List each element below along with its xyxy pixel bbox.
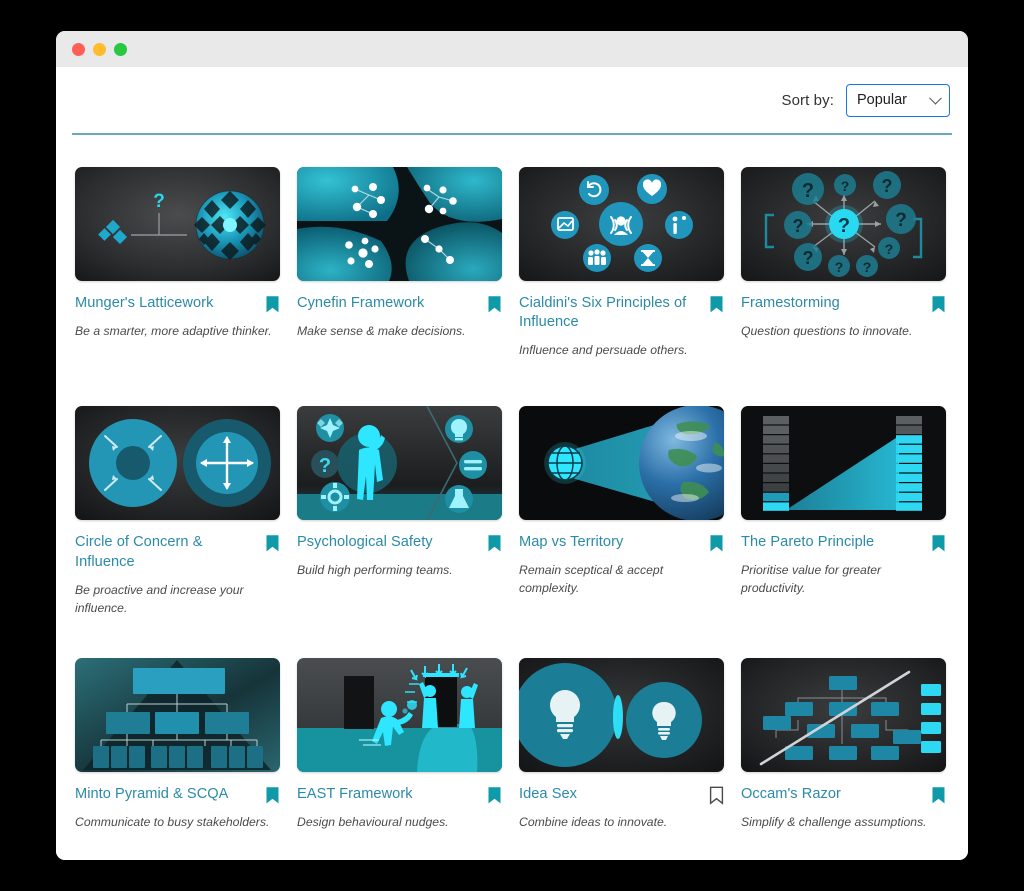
model-card[interactable]: EAST Framework Design behavioural nudges…: [297, 657, 502, 832]
segmented-bars-wedge-thumbnail[interactable]: [741, 406, 946, 521]
app-window: Sort by: Popular ? Munger's Latticework …: [56, 31, 968, 860]
svg-text:?: ?: [838, 215, 850, 237]
teal-blobs-nodes-thumbnail[interactable]: [297, 166, 502, 281]
svg-text:?: ?: [841, 178, 850, 194]
card-subtitle: Be proactive and increase your influence…: [75, 583, 244, 615]
svg-text:?: ?: [882, 176, 893, 196]
card-title[interactable]: Cialdini's Six Principles of Influence: [519, 294, 703, 334]
sort-by-label: Sort by:: [781, 91, 834, 109]
card-meta: Idea Sex: [519, 785, 724, 805]
model-card[interactable]: Cynefin Framework Make sense & make deci…: [297, 166, 502, 361]
card-subtitle: Question questions to innovate.: [741, 323, 913, 338]
model-card[interactable]: Circle of Concern & Influence Be proacti…: [75, 406, 280, 617]
model-card[interactable]: Idea Sex Combine ideas to innovate.: [519, 657, 724, 832]
bookmark-icon[interactable]: [709, 786, 724, 805]
bookmark-icon[interactable]: [709, 534, 724, 553]
chevron-down-icon: [929, 91, 942, 105]
card-title[interactable]: Idea Sex: [519, 785, 703, 805]
row-spacer: [75, 360, 946, 406]
pyramid-hierarchy-thumbnail[interactable]: [75, 657, 280, 772]
sort-by-select[interactable]: Popular: [846, 83, 950, 117]
bookmark-icon[interactable]: [931, 295, 946, 314]
svg-text:?: ?: [863, 259, 872, 275]
model-card[interactable]: ? ? ? ? ? ? ? ? ? ? Framestorming Questi…: [741, 166, 946, 361]
svg-text:?: ?: [793, 216, 804, 236]
card-meta: Cynefin Framework: [297, 294, 502, 314]
card-meta: Psychological Safety: [297, 533, 502, 553]
card-subtitle: Make sense & make decisions.: [297, 323, 466, 338]
card-title[interactable]: The Pareto Principle: [741, 533, 925, 553]
bookmark-icon[interactable]: [931, 534, 946, 553]
bookmark-icon[interactable]: [265, 295, 280, 314]
window-titlebar: [56, 31, 968, 67]
latticework-sphere-thumbnail[interactable]: ?: [75, 166, 280, 281]
two-lightbulb-circles-thumbnail[interactable]: [519, 657, 724, 772]
card-title[interactable]: EAST Framework: [297, 785, 481, 805]
model-card[interactable]: Minto Pyramid & SCQA Communicate to busy…: [75, 657, 280, 832]
model-card[interactable]: ? Psychological Safety Build high perfor…: [297, 406, 502, 617]
nudge-people-doorway-thumbnail[interactable]: [297, 657, 502, 772]
card-meta: Circle of Concern & Influence: [75, 533, 280, 573]
card-subtitle: Communicate to busy stakeholders.: [75, 814, 270, 829]
svg-text:?: ?: [885, 241, 894, 257]
card-meta: Cialdini's Six Principles of Influence: [519, 294, 724, 334]
bookmark-icon[interactable]: [931, 786, 946, 805]
card-subtitle: Simplify & challenge assumptions.: [741, 814, 927, 829]
model-card[interactable]: The Pareto Principle Prioritise value fo…: [741, 406, 946, 617]
bookmark-icon[interactable]: [487, 534, 502, 553]
two-circles-arrows-thumbnail[interactable]: [75, 406, 280, 521]
model-card[interactable]: Map vs Territory Remain sceptical & acce…: [519, 406, 724, 617]
card-meta: Minto Pyramid & SCQA: [75, 785, 280, 805]
card-meta: Framestorming: [741, 294, 946, 314]
six-icon-circles-thumbnail[interactable]: [519, 166, 724, 281]
card-meta: The Pareto Principle: [741, 533, 946, 553]
bookmark-icon[interactable]: [709, 295, 724, 314]
sort-toolbar: Sort by: Popular: [70, 67, 954, 133]
close-window-button[interactable]: [72, 42, 85, 56]
card-title[interactable]: Map vs Territory: [519, 533, 703, 553]
svg-text:?: ?: [319, 455, 331, 477]
org-chart-slash-thumbnail[interactable]: [741, 657, 946, 772]
svg-text:?: ?: [895, 210, 907, 231]
row-spacer: [75, 618, 946, 658]
svg-text:?: ?: [835, 259, 844, 275]
bookmark-icon[interactable]: [265, 786, 280, 805]
model-card[interactable]: Cialdini's Six Principles of Influence I…: [519, 166, 724, 361]
svg-text:?: ?: [153, 191, 165, 212]
card-meta: Map vs Territory: [519, 533, 724, 553]
card-title[interactable]: Circle of Concern & Influence: [75, 533, 259, 573]
thinking-person-icons-thumbnail[interactable]: ?: [297, 406, 502, 521]
minimize-window-button[interactable]: [93, 42, 106, 56]
card-subtitle: Influence and persuade others.: [519, 343, 688, 358]
card-subtitle: Design behavioural nudges.: [297, 814, 449, 829]
card-meta: EAST Framework: [297, 785, 502, 805]
model-card[interactable]: ? Munger's Latticework Be a smarter, mor…: [75, 166, 280, 361]
maximize-window-button[interactable]: [114, 42, 127, 56]
svg-text:?: ?: [803, 248, 814, 268]
card-title[interactable]: Cynefin Framework: [297, 294, 481, 314]
page-content: Sort by: Popular ? Munger's Latticework …: [56, 67, 968, 860]
card-title[interactable]: Psychological Safety: [297, 533, 481, 553]
card-title[interactable]: Minto Pyramid & SCQA: [75, 785, 259, 805]
bookmark-icon[interactable]: [487, 295, 502, 314]
card-subtitle: Be a smarter, more adaptive thinker.: [75, 323, 272, 338]
card-title[interactable]: Occam's Razor: [741, 785, 925, 805]
card-meta: Occam's Razor: [741, 785, 946, 805]
sort-by-selected-value: Popular: [857, 92, 907, 108]
bookmark-icon[interactable]: [487, 786, 502, 805]
card-subtitle: Remain sceptical & accept complexity.: [519, 563, 664, 595]
model-card-grid: ? Munger's Latticework Be a smarter, mor…: [70, 135, 954, 832]
card-subtitle: Combine ideas to innovate.: [519, 814, 668, 829]
model-card[interactable]: Occam's Razor Simplify & challenge assum…: [741, 657, 946, 832]
card-title[interactable]: Munger's Latticework: [75, 294, 259, 314]
bookmark-icon[interactable]: [265, 534, 280, 553]
card-meta: Munger's Latticework: [75, 294, 280, 314]
card-subtitle: Prioritise value for greater productivit…: [741, 563, 882, 595]
card-subtitle: Build high performing teams.: [297, 563, 453, 578]
question-marks-radiating-thumbnail[interactable]: ? ? ? ? ? ? ? ? ? ?: [741, 166, 946, 281]
globe-icon-to-earth-thumbnail[interactable]: [519, 406, 724, 521]
svg-text:?: ?: [802, 180, 814, 202]
card-title[interactable]: Framestorming: [741, 294, 925, 314]
